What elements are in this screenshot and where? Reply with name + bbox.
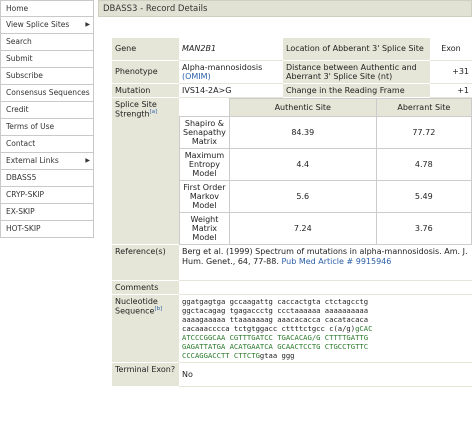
aberrant-score: 5.49	[375, 179, 473, 213]
sequence-line: ATCCCGGCAA CGTTTGATCC TGACACAG/G CTTTTGA…	[182, 333, 469, 342]
strength-label-cell: Splice Site Strength[a]	[112, 97, 179, 245]
sidebar-item-label: Submit	[6, 54, 33, 63]
sidebar-item[interactable]: Contact	[0, 136, 94, 153]
reference-cell: Berg et al. (1999) Spectrum of mutations…	[179, 244, 472, 281]
nucleotide-sequence: ggatgagtga gccaagattg caccactgta ctctagc…	[182, 297, 469, 360]
strength-row: Maximum Entropy Model 4.4 4.78	[179, 147, 473, 181]
phenotype-value: Alpha-mannosidosis	[182, 62, 263, 72]
gene-label: Gene	[112, 38, 179, 61]
location-value: Exon	[430, 38, 472, 61]
record-table: Gene MAN2B1 Location of Abberant 3' Spli…	[112, 38, 473, 387]
comments-label: Comments	[112, 280, 179, 295]
frame-value: +1	[430, 83, 472, 98]
mutation-value: IVS14-2A>G	[179, 83, 283, 98]
strength-footnote-link[interactable]: [a]	[150, 109, 158, 115]
terminal-label: Terminal Exon?	[112, 362, 179, 387]
phenotype-cell: Alpha-mannosidosis (OMIM)	[179, 60, 283, 84]
sidebar-item-label: CRYP-SKIP	[6, 190, 45, 199]
strength-row: Weight Matrix Model 7.24 3.76	[179, 211, 473, 245]
aberrant-score: 77.72	[375, 115, 473, 149]
sequence-line: cacaaacccca tctgtggacc cttttctgcc c(a/g)…	[182, 324, 469, 333]
sequence-exon-text: gCAC	[355, 324, 373, 333]
page-title: DBASS3 - Record Details	[98, 0, 472, 17]
sidebar-item-label: Search	[6, 37, 32, 46]
authentic-score: 84.39	[228, 115, 377, 149]
sequence-intron-text: ggctacagag tgagaccctg ccctaaaaaa aaaaaaa…	[182, 306, 369, 315]
strength-corner	[179, 98, 230, 116]
main-content: DBASS3 - Record Details	[98, 0, 472, 17]
distance-label: Distance between Authentic and Aberrant …	[283, 60, 430, 84]
strength-table: Authentic Site Aberrant Site Shapiro & S…	[179, 97, 473, 245]
omim-link[interactable]: (OMIM)	[182, 72, 211, 81]
sequence-line: CCCAGGACCTT CTTCTGgtaa ggg	[182, 351, 469, 360]
sidebar-item-label: Consensus Sequences	[6, 88, 90, 97]
sidebar-item[interactable]: Home	[0, 0, 94, 17]
sidebar-item[interactable]: EX-SKIP	[0, 204, 94, 221]
strength-row: First Order Markov Model 5.6 5.49	[179, 179, 473, 213]
sequence-cell: ggatgagtga gccaagattg caccactgta ctctagc…	[179, 294, 472, 363]
sidebar-item-label: EX-SKIP	[6, 207, 35, 216]
authentic-score: 7.24	[228, 211, 377, 245]
submenu-arrow-icon: ▶	[85, 21, 90, 28]
aberrant-score: 4.78	[375, 147, 473, 181]
sidebar-item[interactable]: View Splice Sites ▶	[0, 17, 94, 34]
sidebar-item-label: Contact	[6, 139, 36, 148]
strength-model-label: Shapiro & Senapathy Matrix	[179, 115, 230, 149]
strength-table-cell: Authentic Site Aberrant Site Shapiro & S…	[179, 97, 473, 245]
sequence-line: GAGATTATGA ACATGAATCA GCAACTCCTG CTGCCTG…	[182, 342, 469, 351]
mutation-label: Mutation	[112, 83, 179, 98]
gene-value: MAN2B1	[179, 38, 283, 61]
location-label: Location of Abberant 3' Splice Site	[283, 38, 430, 61]
sidebar-item-label: External Links	[6, 156, 59, 165]
comments-value	[179, 280, 472, 295]
sidebar-item[interactable]: Consensus Sequences	[0, 85, 94, 102]
sequence-line: ggatgagtga gccaagattg caccactgta ctctagc…	[182, 297, 469, 306]
strength-model-label: Maximum Entropy Model	[179, 147, 230, 181]
sidebar-item-label: View Splice Sites	[6, 20, 70, 29]
col-authentic-header: Authentic Site	[228, 97, 377, 117]
frame-label: Change in the Reading Frame	[283, 83, 430, 98]
sidebar-item-label: DBASS5	[6, 173, 37, 182]
sidebar-item[interactable]: DBASS5	[0, 170, 94, 187]
sequence-line: ggctacagag tgagaccctg ccctaaaaaa aaaaaaa…	[182, 306, 469, 315]
sequence-exon-text: ATCCCGGCAA CGTTTGATCC TGACACAG/G CTTTTGA…	[182, 333, 369, 342]
sidebar-item-label: HOT-SKIP	[6, 224, 41, 233]
distance-value: +31	[430, 60, 472, 84]
sidebar-item[interactable]: External Links ▶	[0, 153, 94, 170]
sidebar-item-label: Subscribe	[6, 71, 43, 80]
sequence-exon-text: GAGATTATGA ACATGAATCA GCAACTCCTG CTGCCTG…	[182, 342, 369, 351]
authentic-score: 5.6	[228, 179, 377, 213]
sequence-intron-text: aaaagaaaaa ttaaaaaaag aaacacacca cacatac…	[182, 315, 369, 324]
sequence-intron-text: ggatgagtga gccaagattg caccactgta ctctagc…	[182, 297, 369, 306]
sidebar-item[interactable]: Submit	[0, 51, 94, 68]
sequence-label-cell: Nucleotide Sequence[b]	[112, 294, 179, 363]
sidebar-nav: Home View Splice Sites ▶ Search Submit Subscr…	[0, 0, 94, 238]
sequence-line: aaaagaaaaa ttaaaaaaag aaacacacca cacatac…	[182, 315, 469, 324]
strength-model-label: First Order Markov Model	[179, 179, 230, 213]
col-aberrant-header: Aberrant Site	[375, 97, 473, 117]
sidebar-item[interactable]: CRYP-SKIP	[0, 187, 94, 204]
sidebar-item[interactable]: HOT-SKIP	[0, 221, 94, 238]
terminal-value: No	[179, 362, 472, 387]
sidebar-item-label: Credit	[6, 105, 29, 114]
sidebar-item[interactable]: Credit	[0, 102, 94, 119]
sidebar-item[interactable]: Terms of Use	[0, 119, 94, 136]
sidebar-item-label: Terms of Use	[6, 122, 55, 131]
phenotype-label: Phenotype	[112, 60, 179, 84]
sidebar-item-label: Home	[6, 4, 29, 13]
sidebar-item[interactable]: Subscribe	[0, 68, 94, 85]
submenu-arrow-icon: ▶	[85, 157, 90, 164]
strength-model-label: Weight Matrix Model	[179, 211, 230, 245]
sequence-footnote-link[interactable]: [b]	[154, 306, 162, 312]
sequence-label: Nucleotide Sequence	[115, 297, 158, 316]
pubmed-link[interactable]: Pub Med Article # 9915946	[281, 257, 391, 266]
strength-row: Shapiro & Senapathy Matrix 84.39 77.72	[179, 115, 473, 149]
authentic-score: 4.4	[228, 147, 377, 181]
sequence-intron-text: gtaa ggg	[259, 351, 295, 360]
aberrant-score: 3.76	[375, 211, 473, 245]
sequence-intron-text: cacaaacccca tctgtggacc cttttctgcc c(a/g)	[182, 324, 356, 333]
sequence-exon-text: CCCAGGACCTT CTTCTG	[182, 351, 260, 360]
sidebar-item[interactable]: Search	[0, 34, 94, 51]
reference-label: Reference(s)	[112, 244, 179, 281]
